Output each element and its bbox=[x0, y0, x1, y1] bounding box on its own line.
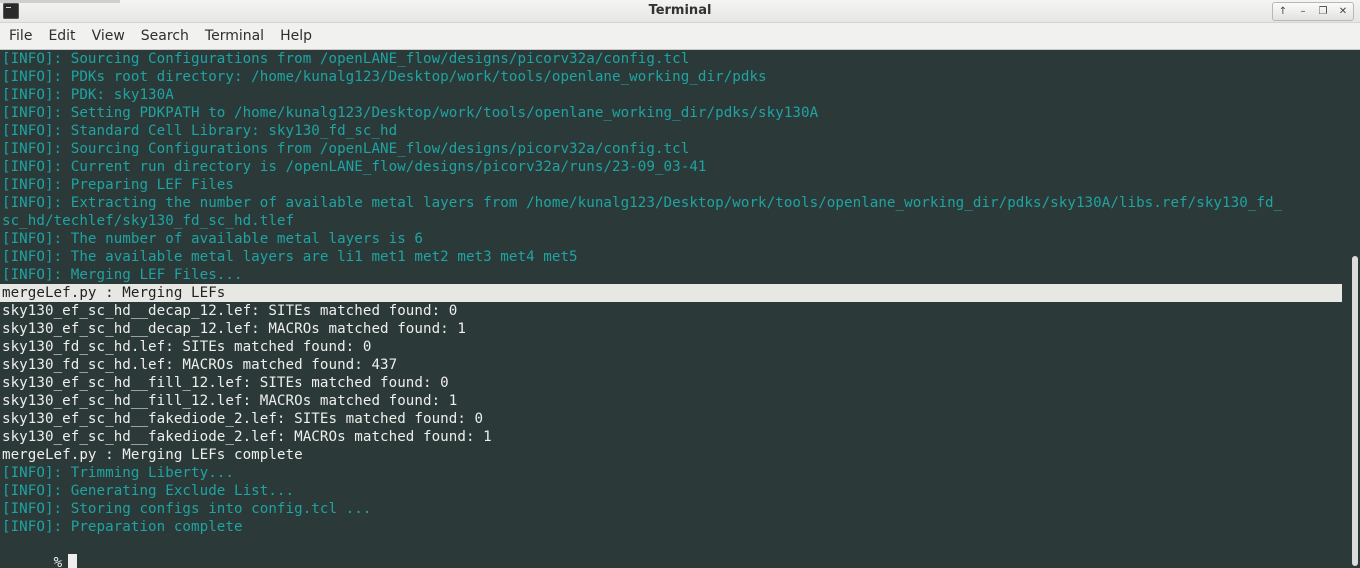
prompt-symbol: % bbox=[53, 555, 63, 568]
window-title: Terminal bbox=[648, 3, 712, 18]
terminal-line: sky130_ef_sc_hd__fakediode_2.lef: SITEs … bbox=[2, 411, 484, 427]
terminal-line: [INFO]: Setting PDKPATH to /home/kunalg1… bbox=[2, 105, 819, 121]
terminal-line: [INFO]: Preparing LEF Files bbox=[2, 177, 234, 193]
prompt-line[interactable]: % bbox=[2, 536, 78, 568]
terminal-line: [INFO]: Generating Exclude List... bbox=[2, 483, 295, 499]
terminal-line: [INFO]: Sourcing Configurations from /op… bbox=[2, 51, 690, 67]
menu-bar: File Edit View Search Terminal Help bbox=[0, 23, 1360, 50]
terminal-line: [INFO]: Extracting the number of availab… bbox=[2, 195, 1283, 211]
maximize-icon[interactable]: ❐ bbox=[1313, 3, 1333, 20]
scrollbar-thumb[interactable] bbox=[1352, 256, 1358, 566]
menu-file[interactable]: File bbox=[0, 28, 40, 44]
terminal-line: [INFO]: Storing configs into config.tcl … bbox=[2, 501, 372, 517]
terminal-line: [INFO]: Trimming Liberty... bbox=[2, 465, 234, 481]
terminal-line: sky130_fd_sc_hd.lef: SITEs matched found… bbox=[2, 339, 372, 355]
window-controls: ↑ – ❐ ✕ bbox=[1272, 2, 1354, 21]
terminal-line: sky130_ef_sc_hd__decap_12.lef: MACROs ma… bbox=[2, 321, 466, 337]
scrollbar[interactable] bbox=[1350, 50, 1360, 568]
terminal-line: [INFO]: Preparation complete bbox=[2, 519, 243, 535]
terminal-line: [INFO]: The available metal layers are l… bbox=[2, 249, 578, 265]
terminal-window: Terminal ↑ – ❐ ✕ File Edit View Search T… bbox=[0, 0, 1360, 568]
terminal-line: [INFO]: Sourcing Configurations from /op… bbox=[2, 141, 690, 157]
terminal-line: sky130_ef_sc_hd__fakediode_2.lef: MACROs… bbox=[2, 429, 492, 445]
terminal-line: mergeLef.py : Merging LEFs bbox=[2, 285, 226, 301]
terminal-line: [INFO]: Current run directory is /openLA… bbox=[2, 159, 707, 175]
terminal-output[interactable]: % [INFO]: Sourcing Configurations from /… bbox=[0, 50, 1350, 568]
menu-view[interactable]: View bbox=[84, 28, 133, 44]
terminal-line: [INFO]: Merging LEF Files... bbox=[2, 267, 243, 283]
menu-terminal[interactable]: Terminal bbox=[197, 28, 272, 44]
terminal-line: sc_hd/techlef/sky130_fd_sc_hd.tlef bbox=[2, 213, 295, 229]
terminal-line: sky130_ef_sc_hd__fill_12.lef: SITEs matc… bbox=[2, 375, 449, 391]
terminal-line: [INFO]: Standard Cell Library: sky130_fd… bbox=[2, 123, 398, 139]
menu-help[interactable]: Help bbox=[272, 28, 320, 44]
menu-edit[interactable]: Edit bbox=[40, 28, 83, 44]
terminal-line: sky130_fd_sc_hd.lef: MACROs matched foun… bbox=[2, 357, 398, 373]
terminal-line: [INFO]: PDKs root directory: /home/kunal… bbox=[2, 69, 767, 85]
up-arrow-icon[interactable]: ↑ bbox=[1273, 3, 1293, 20]
menu-search[interactable]: Search bbox=[133, 28, 197, 44]
terminal-line: sky130_ef_sc_hd__fill_12.lef: MACROs mat… bbox=[2, 393, 458, 409]
close-icon[interactable]: ✕ bbox=[1333, 3, 1353, 20]
text-cursor bbox=[68, 554, 78, 568]
terminal-line: sky130_ef_sc_hd__decap_12.lef: SITEs mat… bbox=[2, 303, 458, 319]
terminal-line: mergeLef.py : Merging LEFs complete bbox=[2, 447, 303, 463]
minimize-icon[interactable]: – bbox=[1293, 3, 1313, 20]
terminal-line: [INFO]: The number of available metal la… bbox=[2, 231, 423, 247]
title-bar[interactable]: Terminal ↑ – ❐ ✕ bbox=[0, 0, 1360, 23]
terminal-line: [INFO]: PDK: sky130A bbox=[2, 87, 174, 103]
